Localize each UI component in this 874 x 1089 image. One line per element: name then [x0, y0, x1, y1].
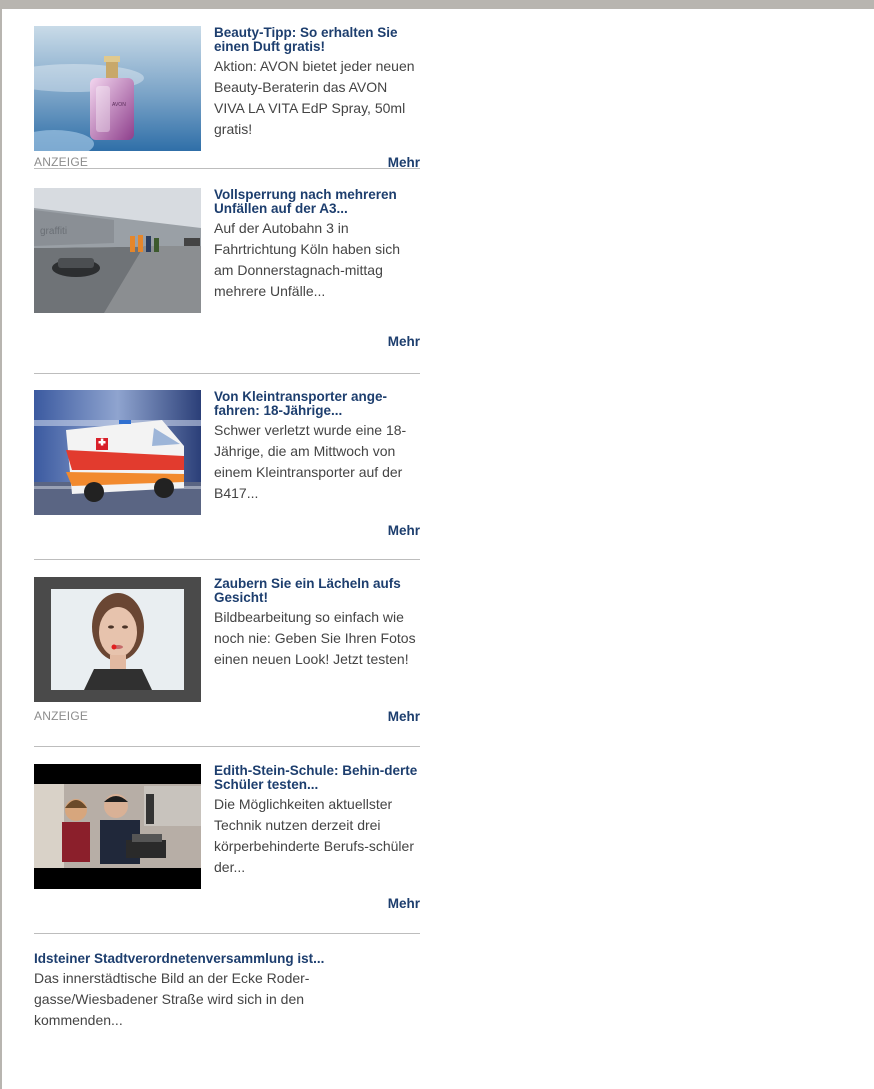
article-teaser: Schwer verletzt wurde eine 18-Jährige, d… — [214, 422, 407, 501]
ad-label: ANZEIGE — [34, 709, 89, 723]
thumbnail-perfume[interactable]: AVON — [34, 26, 201, 151]
svg-text:graffiti: graffiti — [40, 226, 67, 237]
list-item: AVON Beauty-Tipp: So erhalten Sie einen … — [34, 26, 420, 170]
more-link[interactable]: Mehr — [388, 523, 420, 538]
article-title[interactable]: Vollsperrung nach mehreren Unfällen auf … — [214, 188, 420, 216]
more-link[interactable]: Mehr — [388, 155, 420, 170]
list-item: graffiti Vollsperrung nach mehreren Unfä… — [34, 169, 420, 373]
news-feed: AVON Beauty-Tipp: So erhalten Sie einen … — [34, 26, 420, 1031]
article-title[interactable]: Von Kleintransporter ange-fahren: 18-Jäh… — [214, 390, 420, 418]
more-link[interactable]: Mehr — [388, 709, 420, 724]
article-title[interactable]: Beauty-Tipp: So erhalten Sie einen Duft … — [214, 26, 420, 54]
thumbnail-students[interactable] — [34, 764, 201, 889]
article-title[interactable]: Zaubern Sie ein Lächeln aufs Gesicht! — [214, 577, 420, 605]
article-teaser: Aktion: AVON bietet jeder neuen Beauty-B… — [214, 58, 415, 137]
list-item: Zaubern Sie ein Lächeln aufs Gesicht! Bi… — [34, 560, 420, 746]
more-link[interactable]: Mehr — [388, 896, 420, 911]
ad-label: ANZEIGE — [34, 155, 89, 169]
list-item: Von Kleintransporter ange-fahren: 18-Jäh… — [34, 374, 420, 559]
article-teaser: Bildbearbeitung so einfach wie noch nie:… — [214, 609, 416, 667]
svg-text:AVON: AVON — [112, 102, 126, 108]
list-item: Edith-Stein-Schule: Behin-derte Schüler … — [34, 747, 420, 933]
list-item: Idsteiner Stadtverordnetenversammlung is… — [34, 934, 420, 1031]
article-teaser: Die Möglichkeiten aktuellster Technik nu… — [214, 796, 414, 875]
thumbnail-portrait[interactable] — [34, 577, 201, 702]
left-border — [0, 0, 2, 1089]
article-title[interactable]: Edith-Stein-Schule: Behin-derte Schüler … — [214, 764, 420, 792]
article-teaser: Das innerstädtische Bild an der Ecke Rod… — [34, 970, 310, 1028]
thumbnail-accident[interactable]: graffiti — [34, 188, 201, 313]
article-teaser: Auf der Autobahn 3 in Fahrtrichtung Köln… — [214, 220, 400, 299]
thumbnail-ambulance[interactable] — [34, 390, 201, 515]
top-border — [0, 0, 874, 9]
more-link[interactable]: Mehr — [388, 334, 420, 349]
article-title[interactable]: Idsteiner Stadtverordnetenversammlung is… — [34, 952, 420, 966]
